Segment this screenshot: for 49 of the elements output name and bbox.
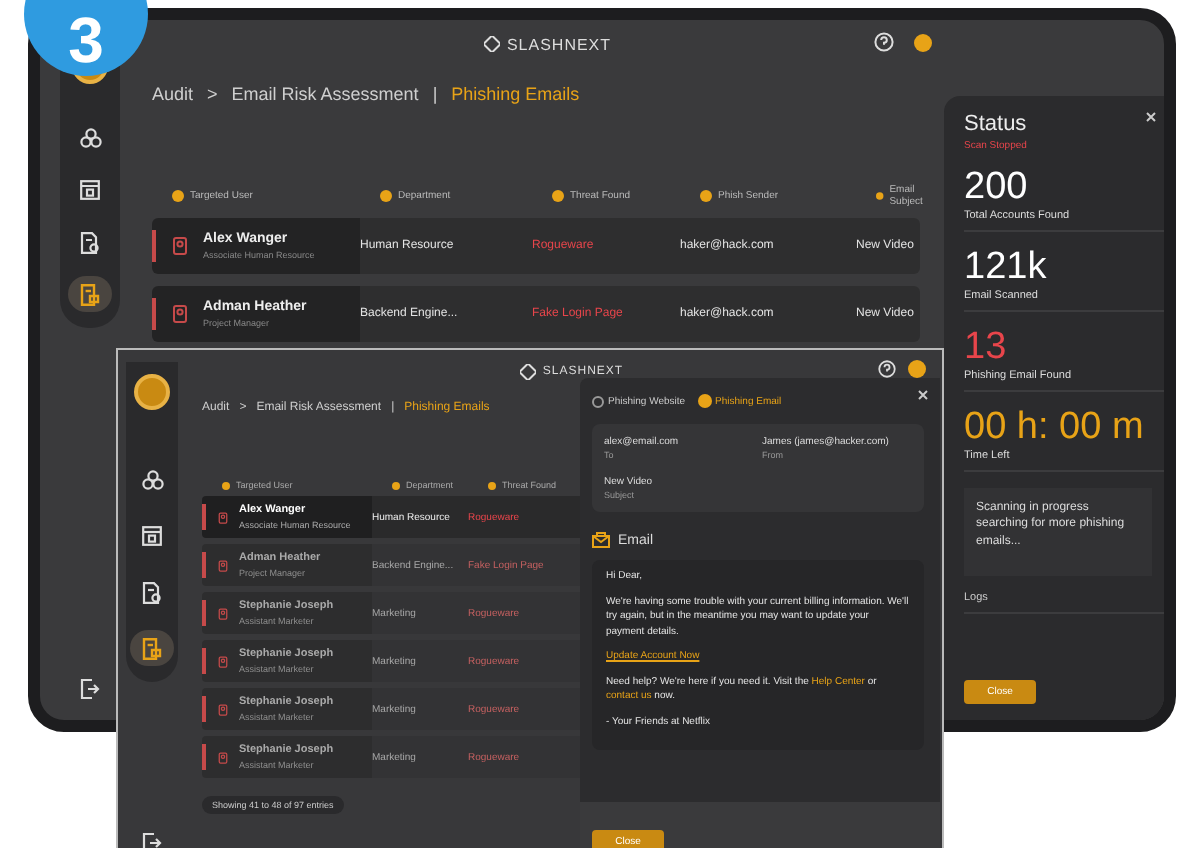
user-avatar[interactable]	[908, 360, 926, 378]
breadcrumb-link[interactable]: Phishing Emails	[451, 84, 580, 104]
close-icon[interactable]	[918, 390, 928, 400]
user-icon	[217, 747, 227, 767]
user-icon	[171, 236, 187, 256]
logo-icon	[520, 364, 537, 380]
user-avatar[interactable]	[914, 33, 932, 51]
column-icon	[222, 481, 230, 489]
stat-value: 200	[964, 168, 1030, 206]
column-icon	[876, 190, 884, 202]
logout-icon[interactable]	[80, 678, 100, 700]
browser-icon	[80, 180, 100, 200]
document-icon	[142, 637, 162, 659]
envelope-icon	[592, 532, 610, 548]
column-icon	[552, 190, 564, 202]
sidebar-item[interactable]	[130, 630, 174, 666]
logout-icon[interactable]	[142, 832, 162, 848]
stat-value: 00 h: 00 m	[964, 408, 1146, 446]
document-icon	[80, 231, 100, 253]
breadcrumb-link[interactable]: Email Risk Assessment	[231, 84, 419, 104]
logo-icon	[484, 36, 501, 52]
user-icon	[171, 304, 187, 324]
panel-title: Status	[964, 112, 1027, 136]
breadcrumb-separator: >	[207, 84, 218, 104]
document-icon	[142, 581, 162, 603]
column-icon	[392, 481, 400, 489]
column-icon	[380, 190, 392, 202]
column-icon	[488, 481, 496, 489]
circles-icon	[79, 128, 101, 148]
browser-icon	[142, 526, 162, 546]
column-icon	[172, 190, 184, 202]
user-icon	[217, 651, 227, 671]
user-icon	[217, 699, 227, 719]
close-icon[interactable]	[1146, 112, 1156, 122]
user-icon	[217, 555, 227, 575]
document-icon	[80, 283, 100, 305]
logo-text: SLASHNEXT	[506, 35, 612, 53]
help-icon[interactable]	[874, 32, 894, 52]
stat-value: 13	[964, 328, 1009, 366]
logo-badge	[134, 374, 170, 410]
user-icon	[217, 507, 227, 527]
column-icon	[700, 190, 712, 202]
breadcrumb-link[interactable]: Audit	[152, 84, 194, 104]
user-icon	[217, 603, 227, 623]
breadcrumb-separator: |	[432, 84, 438, 104]
circles-icon	[141, 470, 163, 490]
stat-value: 121k	[964, 248, 1049, 286]
sidebar-item[interactable]	[68, 276, 112, 312]
help-icon[interactable]	[878, 360, 896, 378]
